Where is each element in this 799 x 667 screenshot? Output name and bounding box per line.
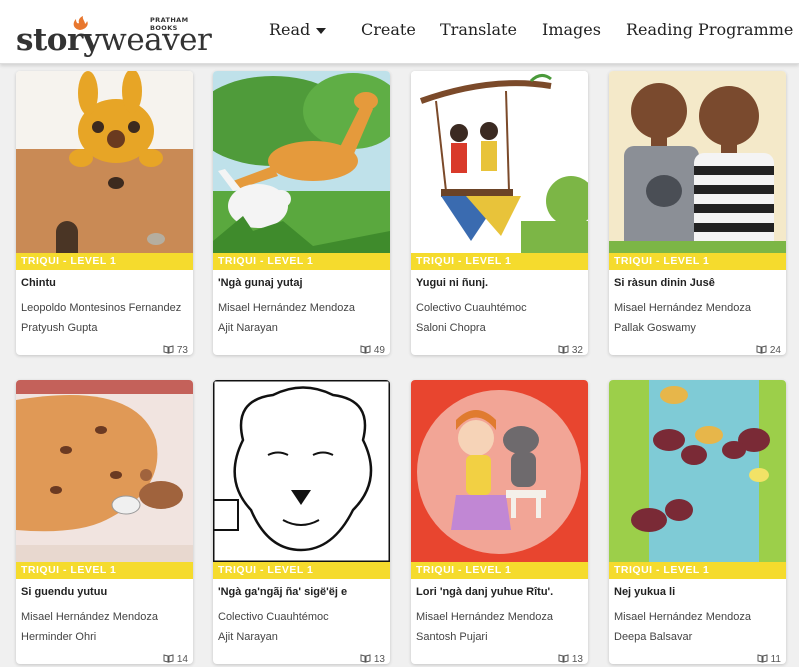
book-author[interactable]: Misael Hernández Mendoza [218, 302, 388, 314]
book-title[interactable]: 'Ngà gunaj yutaj [218, 277, 386, 289]
book-illustrator[interactable]: Herminder Ohri [21, 631, 191, 643]
book-card[interactable]: TRIQUI - LEVEL 1 Nej yukua li Misael Her… [609, 380, 786, 664]
book-author[interactable]: Misael Hernández Mendoza [614, 611, 784, 623]
book-icon [756, 345, 767, 354]
level-badge: TRIQUI - LEVEL 1 [16, 562, 193, 579]
book-author[interactable]: Misael Hernández Mendoza [614, 302, 784, 314]
book-illustrator[interactable]: Pratyush Gupta [21, 322, 191, 334]
book-cover-image[interactable] [16, 380, 193, 562]
reads-count: 32 [558, 345, 583, 355]
reads-value: 49 [373, 345, 385, 355]
nav-reading-programme[interactable]: Reading Programme [626, 20, 793, 39]
level-badge: TRIQUI - LEVEL 1 [411, 562, 588, 579]
site-header: PRATHAM BOOKS storyweaver Read Create Tr… [0, 0, 799, 64]
level-badge: TRIQUI - LEVEL 1 [213, 253, 390, 270]
book-cover-image[interactable] [411, 71, 588, 253]
level-badge: TRIQUI - LEVEL 1 [609, 253, 786, 270]
book-illustrator[interactable]: Deepa Balsavar [614, 631, 784, 643]
nav-read-label: Read [269, 20, 311, 39]
book-card[interactable]: TRIQUI - LEVEL 1 Lori 'ngà danj yuhue Rî… [411, 380, 588, 664]
book-cover-image[interactable] [213, 380, 390, 562]
level-badge: TRIQUI - LEVEL 1 [16, 253, 193, 270]
book-card[interactable]: TRIQUI - LEVEL 1 Si guendu yutuu Misael … [16, 380, 193, 664]
reads-count: 11 [757, 654, 781, 664]
book-card[interactable]: TRIQUI - LEVEL 1 'Ngà ga'ngãj ña' sigë'ë… [213, 380, 390, 664]
nav-read[interactable]: Read [269, 20, 327, 39]
book-card[interactable]: TRIQUI - LEVEL 1 'Ngà gunaj yutaj Misael… [213, 71, 390, 355]
book-icon [558, 654, 569, 663]
book-cover-image[interactable] [411, 380, 588, 562]
book-title[interactable]: Nej yukua li [614, 586, 782, 598]
storyweaver-logo[interactable]: PRATHAM BOOKS storyweaver [16, 10, 216, 58]
logo-wordmark: storyweaver [16, 22, 212, 58]
reads-value: 14 [176, 654, 188, 664]
reads-count: 73 [163, 345, 188, 355]
book-icon [558, 345, 569, 354]
reads-count: 13 [360, 654, 385, 664]
nav-translate[interactable]: Translate [440, 20, 517, 39]
book-author[interactable]: Misael Hernández Mendoza [416, 611, 586, 623]
book-icon [163, 345, 174, 354]
reads-value: 32 [571, 345, 583, 355]
book-icon [163, 654, 174, 663]
book-illustrator[interactable]: Saloni Chopra [416, 322, 586, 334]
book-author[interactable]: Misael Hernández Mendoza [21, 611, 191, 623]
reads-count: 24 [756, 345, 781, 355]
book-title[interactable]: Yugui ni ñunj. [416, 277, 584, 289]
logo-weaver: weaver [100, 22, 212, 58]
book-card[interactable]: TRIQUI - LEVEL 1 Si ràsun dinin Jusê Mis… [609, 71, 786, 355]
book-card[interactable]: TRIQUI - LEVEL 1 Chintu Leopoldo Montesi… [16, 71, 193, 355]
book-illustrator[interactable]: Ajit Narayan [218, 322, 388, 334]
reads-value: 73 [176, 345, 188, 355]
nav-images[interactable]: Images [542, 20, 601, 39]
book-icon [360, 654, 371, 663]
reads-count: 14 [163, 654, 188, 664]
reads-count: 49 [360, 345, 385, 355]
book-cover-image[interactable] [16, 71, 193, 253]
book-icon [360, 345, 371, 354]
book-illustrator[interactable]: Santosh Pujari [416, 631, 586, 643]
book-title[interactable]: Lori 'ngà danj yuhue Rîtu'. [416, 586, 584, 598]
reads-value: 24 [769, 345, 781, 355]
book-cover-image[interactable] [609, 380, 786, 562]
book-card[interactable]: TRIQUI - LEVEL 1 Yugui ni ñunj. Colectiv… [411, 71, 588, 355]
logo-story: story [16, 22, 101, 58]
level-badge: TRIQUI - LEVEL 1 [411, 253, 588, 270]
reads-count: 13 [558, 654, 583, 664]
book-title[interactable]: Chintu [21, 277, 189, 289]
book-icon [757, 654, 768, 663]
book-cover-image[interactable] [213, 71, 390, 253]
book-cover-image[interactable] [609, 71, 786, 253]
level-badge: TRIQUI - LEVEL 1 [609, 562, 786, 579]
book-title[interactable]: Si guendu yutuu [21, 586, 189, 598]
book-author[interactable]: Leopoldo Montesinos Fernandez [21, 302, 191, 314]
book-title[interactable]: 'Ngà ga'ngãj ña' sigë'ëj e [218, 586, 386, 598]
reads-value: 11 [770, 654, 781, 664]
reads-value: 13 [571, 654, 583, 664]
nav-create[interactable]: Create [361, 20, 416, 39]
level-badge: TRIQUI - LEVEL 1 [213, 562, 390, 579]
reads-value: 13 [373, 654, 385, 664]
book-illustrator[interactable]: Ajit Narayan [218, 631, 388, 643]
book-title[interactable]: Si ràsun dinin Jusê [614, 277, 782, 289]
caret-down-icon [316, 27, 327, 34]
book-illustrator[interactable]: Pallak Goswamy [614, 322, 784, 334]
book-author[interactable]: Colectivo Cuauhtémoc [218, 611, 388, 623]
book-author[interactable]: Colectivo Cuauhtémoc [416, 302, 586, 314]
